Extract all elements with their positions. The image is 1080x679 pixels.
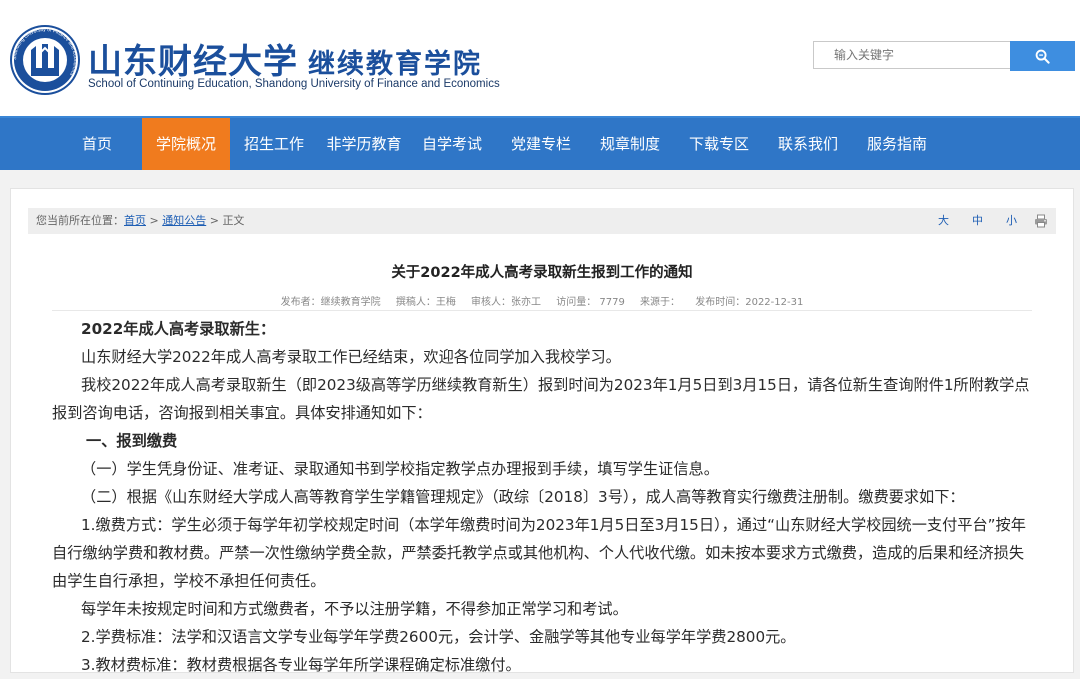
breadcrumb-prefix: 您当前所在位置： xyxy=(36,214,124,227)
breadcrumb-separator: > xyxy=(146,214,163,227)
paragraph-greeting: 2022年成人高考录取新生： xyxy=(81,320,276,338)
university-logo[interactable]: Shandong University of Finance and Econo… xyxy=(9,24,81,96)
search-input[interactable] xyxy=(813,41,1025,69)
paragraph: 我校2022年成人高考录取新生（即2023级高等学历继续教育新生）报到时间为20… xyxy=(52,376,1030,422)
breadcrumb-separator: > xyxy=(206,214,223,227)
nav-contact[interactable]: 联系我们 xyxy=(770,118,846,170)
paragraph: 2.学费标准：法学和汉语言文学专业每学年学费2600元，会计学、金融学等其他专业… xyxy=(81,628,796,646)
site-header: Shandong University of Finance and Econo… xyxy=(0,0,1080,116)
breadcrumb: 您当前所在位置：首页 > 通知公告 > 正文 大 中 小 xyxy=(28,208,1056,234)
meta-source: 来源于： xyxy=(640,297,681,308)
main-nav: 首页 学院概况 招生工作 非学历教育 自学考试 党建专栏 规章制度 下载专区 联… xyxy=(0,116,1080,170)
paragraph: 1.缴费方式：学生必须于每学年初学校规定时间（本学年缴费时间为2023年1月5日… xyxy=(52,516,1026,590)
printer-icon[interactable] xyxy=(1034,214,1048,228)
nav-about[interactable]: 学院概况 xyxy=(142,118,230,170)
content-container: 您当前所在位置：首页 > 通知公告 > 正文 大 中 小 关于2022年成人高考… xyxy=(10,188,1074,674)
paragraph: （二）根据《山东财经大学成人高等教育学生学籍管理规定》（政综〔2018〕3号），… xyxy=(81,488,965,506)
font-size-small[interactable]: 小 xyxy=(1006,208,1017,234)
font-size-medium[interactable]: 中 xyxy=(972,208,983,234)
meta-author: 撰稿人：王梅 xyxy=(395,297,456,308)
site-title-en: School of Continuing Education, Shandong… xyxy=(88,78,500,90)
article-meta: 发布者：继续教育学院 撰稿人：王梅 审核人：张亦工 访问量： 7779 来源于：… xyxy=(11,293,1073,308)
nav-home[interactable]: 首页 xyxy=(60,118,134,170)
search-icon xyxy=(1035,49,1050,64)
article-body: 2022年成人高考录取新生： 山东财经大学2022年成人高考录取工作已经结束，欢… xyxy=(52,315,1032,679)
section-heading: 一、报到缴费 xyxy=(86,432,178,450)
nav-party[interactable]: 党建专栏 xyxy=(503,118,579,170)
university-name: 山东财经大学 xyxy=(88,42,298,82)
nav-admissions[interactable]: 招生工作 xyxy=(236,118,312,170)
site-title-cn: 山东财经大学 继续教育学院 xyxy=(88,34,482,83)
breadcrumb-section-link[interactable]: 通知公告 xyxy=(162,214,206,227)
search-button[interactable] xyxy=(1010,41,1075,71)
breadcrumb-current: 正文 xyxy=(222,214,245,227)
paragraph: 3.教材费标准：教材费根据各专业每学年所学课程确定标准缴付。 xyxy=(81,656,521,674)
nav-non-degree[interactable]: 非学历教育 xyxy=(320,118,408,170)
meta-reviewer: 审核人：张亦工 xyxy=(471,297,542,308)
nav-self-exam[interactable]: 自学考试 xyxy=(414,118,490,170)
paragraph: 山东财经大学2022年成人高考录取工作已经结束，欢迎各位同学加入我校学习。 xyxy=(81,348,621,366)
nav-service[interactable]: 服务指南 xyxy=(859,118,935,170)
breadcrumb-home-link[interactable]: 首页 xyxy=(124,214,146,227)
meta-views: 访问量： 7779 xyxy=(556,297,625,308)
meta-date: 发布时间：2022-12-31 xyxy=(695,297,804,308)
paragraph: 每学年未按规定时间和方式缴费者，不予以注册学籍，不得参加正常学习和考试。 xyxy=(81,600,628,618)
font-size-large[interactable]: 大 xyxy=(938,208,949,234)
divider xyxy=(52,310,1032,311)
search-box xyxy=(813,41,1075,71)
paragraph: （一）学生凭身份证、准考证、录取通知书到学校指定教学点办理报到手续，填写学生证信… xyxy=(81,460,719,478)
college-name: 继续教育学院 xyxy=(308,49,482,80)
breadcrumb-path: 您当前所在位置：首页 > 通知公告 > 正文 xyxy=(36,208,244,234)
nav-downloads[interactable]: 下载专区 xyxy=(681,118,757,170)
nav-regulations[interactable]: 规章制度 xyxy=(592,118,668,170)
meta-publisher: 发布者：继续教育学院 xyxy=(280,297,381,308)
article-title: 关于2022年成人高考录取新生报到工作的通知 xyxy=(391,265,693,281)
